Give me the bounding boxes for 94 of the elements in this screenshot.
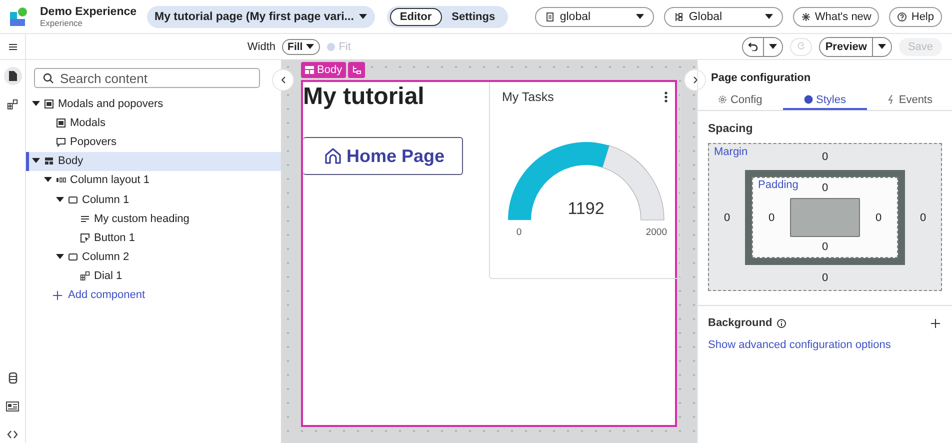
caret-icon: [306, 44, 314, 50]
padding-label: Padding: [758, 179, 798, 191]
hierarchy-icon: [674, 12, 684, 22]
collapse-right-button[interactable]: [685, 70, 705, 90]
margin-left-value: 0: [722, 210, 732, 226]
info-icon: [777, 318, 786, 328]
padding-left-value: 0: [767, 210, 776, 226]
add-component-link[interactable]: Add component: [26, 286, 281, 305]
tree-item[interactable]: Column layout 1: [26, 170, 281, 190]
tree-item[interactable]: Column 1: [26, 190, 281, 210]
menu-icon[interactable]: [8, 44, 16, 50]
mode-tab[interactable]: Editor: [390, 8, 442, 26]
tree-item[interactable]: Dial 1: [26, 266, 281, 286]
dot-icon: [804, 95, 814, 104]
margin-right-value: 0: [918, 210, 928, 226]
undo-icon: [748, 42, 758, 51]
caret-icon: [32, 100, 40, 107]
columns-icon: [56, 175, 66, 186]
widget-icon: [80, 271, 90, 282]
help-button[interactable]: Help: [889, 6, 942, 26]
panel-title: Page configuration: [710, 71, 812, 86]
margin-top-value: 0: [820, 150, 830, 165]
page-heading: My tutorial: [303, 83, 426, 111]
advanced-options-link[interactable]: Show advanced configuration options: [708, 339, 891, 351]
page-selector[interactable]: My tutorial page (My first page vari...: [146, 6, 375, 28]
undo-history-button[interactable]: [763, 38, 782, 56]
scope-dropdown[interactable]: Global: [664, 6, 783, 26]
redo-icon: [797, 42, 806, 51]
column-icon: [68, 194, 78, 205]
hierarchy-icon: [352, 66, 362, 74]
caret-icon: [878, 44, 886, 50]
gauge-max-label: 2000: [646, 227, 667, 238]
more-icon[interactable]: [664, 91, 668, 103]
tree-item[interactable]: Column 2: [26, 248, 281, 267]
tree-item[interactable]: Modals and popovers: [26, 94, 281, 114]
modal-icon: [44, 98, 54, 109]
section-heading: Spacing: [707, 122, 754, 137]
layout-icon: [305, 66, 314, 74]
preview-options-button[interactable]: [872, 38, 891, 56]
tree-item[interactable]: Body: [26, 152, 281, 171]
home-icon: [324, 147, 342, 165]
app-name: Demo Experience: [40, 6, 137, 18]
config-tab[interactable]: Styles: [782, 91, 868, 110]
hierarchy-tag[interactable]: [348, 62, 366, 78]
gauge-min-label: 0: [516, 227, 522, 238]
width-label: Width: [247, 40, 276, 52]
card-title: My Tasks: [502, 90, 554, 104]
width-select[interactable]: Fill: [282, 38, 320, 54]
whats-new-button[interactable]: What's new: [792, 6, 880, 26]
margin-label: Margin: [714, 146, 748, 158]
home-page-button[interactable]: Home Page: [303, 137, 463, 175]
column-icon: [68, 252, 78, 262]
background-label: Background: [708, 317, 772, 329]
margin-bottom-value: 0: [820, 271, 830, 286]
config-tab[interactable]: Config: [698, 91, 783, 110]
gauge-value: 1192: [568, 199, 604, 218]
search-field[interactable]: Search content: [34, 68, 260, 88]
body-tag[interactable]: Body: [301, 62, 346, 78]
caret-icon: [44, 177, 52, 184]
content-box: [790, 198, 860, 237]
caret-icon: [636, 14, 644, 20]
caret-icon: [56, 196, 64, 203]
add-icon[interactable]: [931, 318, 940, 328]
app-subtitle: Experience: [40, 18, 84, 28]
building-icon: [544, 12, 555, 22]
config-tab[interactable]: Events: [867, 91, 952, 110]
instance-dropdown[interactable]: global: [534, 6, 654, 26]
tree-item[interactable]: Button 1: [26, 228, 281, 248]
caret-icon: [358, 14, 367, 20]
collapse-left-button[interactable]: [273, 70, 293, 90]
sparkle-icon: [800, 12, 811, 22]
app-logo-icon: [10, 6, 28, 26]
page-nav-icon[interactable]: [4, 67, 22, 85]
caret-icon: [769, 44, 778, 50]
gear-icon: [718, 95, 728, 104]
button-icon: [80, 232, 90, 243]
caret-icon: [32, 158, 40, 164]
tree-item[interactable]: Popovers: [26, 132, 281, 152]
padding-right-value: 0: [874, 210, 883, 226]
chevron-right-icon: [692, 76, 698, 84]
tree-item[interactable]: My custom heading: [26, 209, 281, 228]
search-icon: [43, 72, 54, 84]
plus-icon: [53, 290, 62, 300]
mode-tab[interactable]: Settings: [442, 8, 506, 26]
popover-icon: [56, 136, 66, 147]
tree-item[interactable]: Modals: [26, 113, 281, 132]
caret-icon: [56, 254, 64, 260]
help-icon: [897, 12, 908, 22]
modal-icon: [56, 118, 66, 128]
padding-bottom-value: 0: [820, 240, 830, 255]
layout-icon: [44, 156, 54, 166]
text-icon: [80, 214, 90, 224]
chevron-left-icon: [280, 76, 286, 84]
caret-icon: [764, 14, 773, 20]
